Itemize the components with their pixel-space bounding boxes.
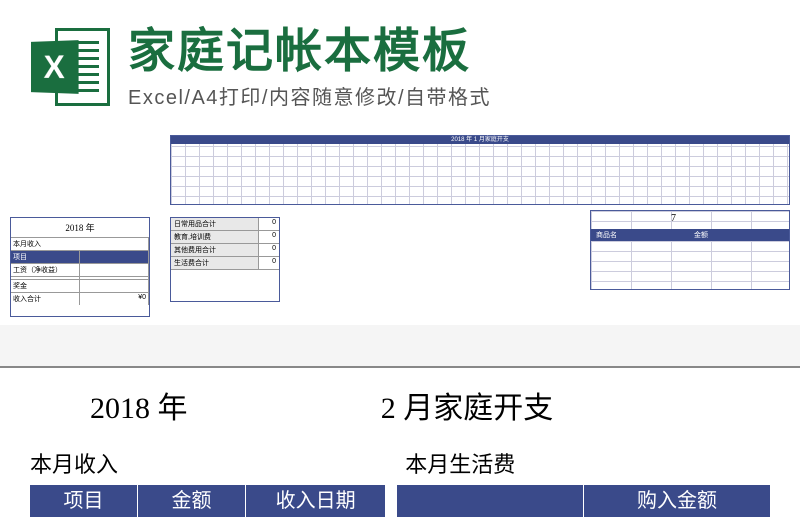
big-section-row: 本月收入 本月生活费 [30, 447, 770, 479]
excel-icon: X [30, 27, 110, 107]
subtitle: Excel/A4打印/内容随意修改/自带格式 [128, 81, 770, 110]
big-month-title: 2 月家庭开支 [341, 383, 770, 427]
living-table-header: 购入金额 [397, 485, 770, 517]
thumbnail-summary: 日常用品合计0 教育,培训费0 其他费用合计0 生活费合计0 [170, 217, 280, 302]
excel-icon-letter: X [31, 40, 79, 94]
preview-thumbnails: 2018 年 1 月家庭开支 2018 年 本月收入 项目 工资（净收益） 奖金… [0, 125, 800, 325]
income-table-header: 项目 金额 收入日期 [30, 485, 385, 517]
thumbnail-right-sheet: 7 商品名 金额 [590, 210, 790, 290]
row-bonus: 奖金 [11, 280, 80, 292]
row-salary: 工资（净收益） [11, 264, 80, 276]
main-title: 家庭记帐本模板 [128, 25, 770, 77]
summary-row: 生活费合计0 [171, 257, 279, 270]
col-blank [80, 251, 149, 263]
th-date: 收入日期 [246, 485, 385, 517]
th-blank [397, 485, 584, 517]
section-income: 本月收入 [30, 447, 385, 479]
big-table-row: 项目 金额 收入日期 购入金额 [30, 485, 770, 517]
template-header: X 家庭记帐本模板 Excel/A4打印/内容随意修改/自带格式 [0, 0, 800, 125]
thumbnail-number: 7 [671, 213, 676, 224]
th-amount: 金额 [138, 485, 246, 517]
th-purchase: 购入金额 [584, 485, 770, 517]
col-product: 商品名 [592, 230, 690, 240]
thumbnail-wide-header: 2018 年 1 月家庭开支 [171, 136, 789, 144]
row-total-val: ¥0 [80, 293, 149, 305]
summary-row: 日常用品合计0 [171, 218, 279, 231]
thumbnail-income-sheet: 2018 年 本月收入 项目 工资（净收益） 奖金 收入合计 ¥0 [10, 217, 150, 317]
thumbnail-year: 2018 年 [11, 218, 149, 237]
row-total: 收入合计 [11, 293, 80, 305]
main-preview: 2018 年 2 月家庭开支 本月收入 本月生活费 项目 金额 收入日期 购入金… [0, 366, 800, 526]
col-item: 项目 [11, 251, 80, 263]
summary-row: 教育,培训费0 [171, 231, 279, 244]
summary-row: 其他费用合计0 [171, 244, 279, 257]
thumbnail-wide-sheet: 2018 年 1 月家庭开支 [170, 135, 790, 205]
income-section-label: 本月收入 [11, 238, 149, 250]
title-block: 家庭记帐本模板 Excel/A4打印/内容随意修改/自带格式 [128, 25, 770, 110]
big-year: 2018 年 [30, 383, 341, 427]
col-amount: 金额 [690, 230, 788, 240]
big-title-row: 2018 年 2 月家庭开支 [30, 383, 770, 427]
th-item: 项目 [30, 485, 138, 517]
thumbnail-right-header: 商品名 金额 [591, 229, 789, 241]
section-living: 本月生活费 [385, 447, 770, 479]
